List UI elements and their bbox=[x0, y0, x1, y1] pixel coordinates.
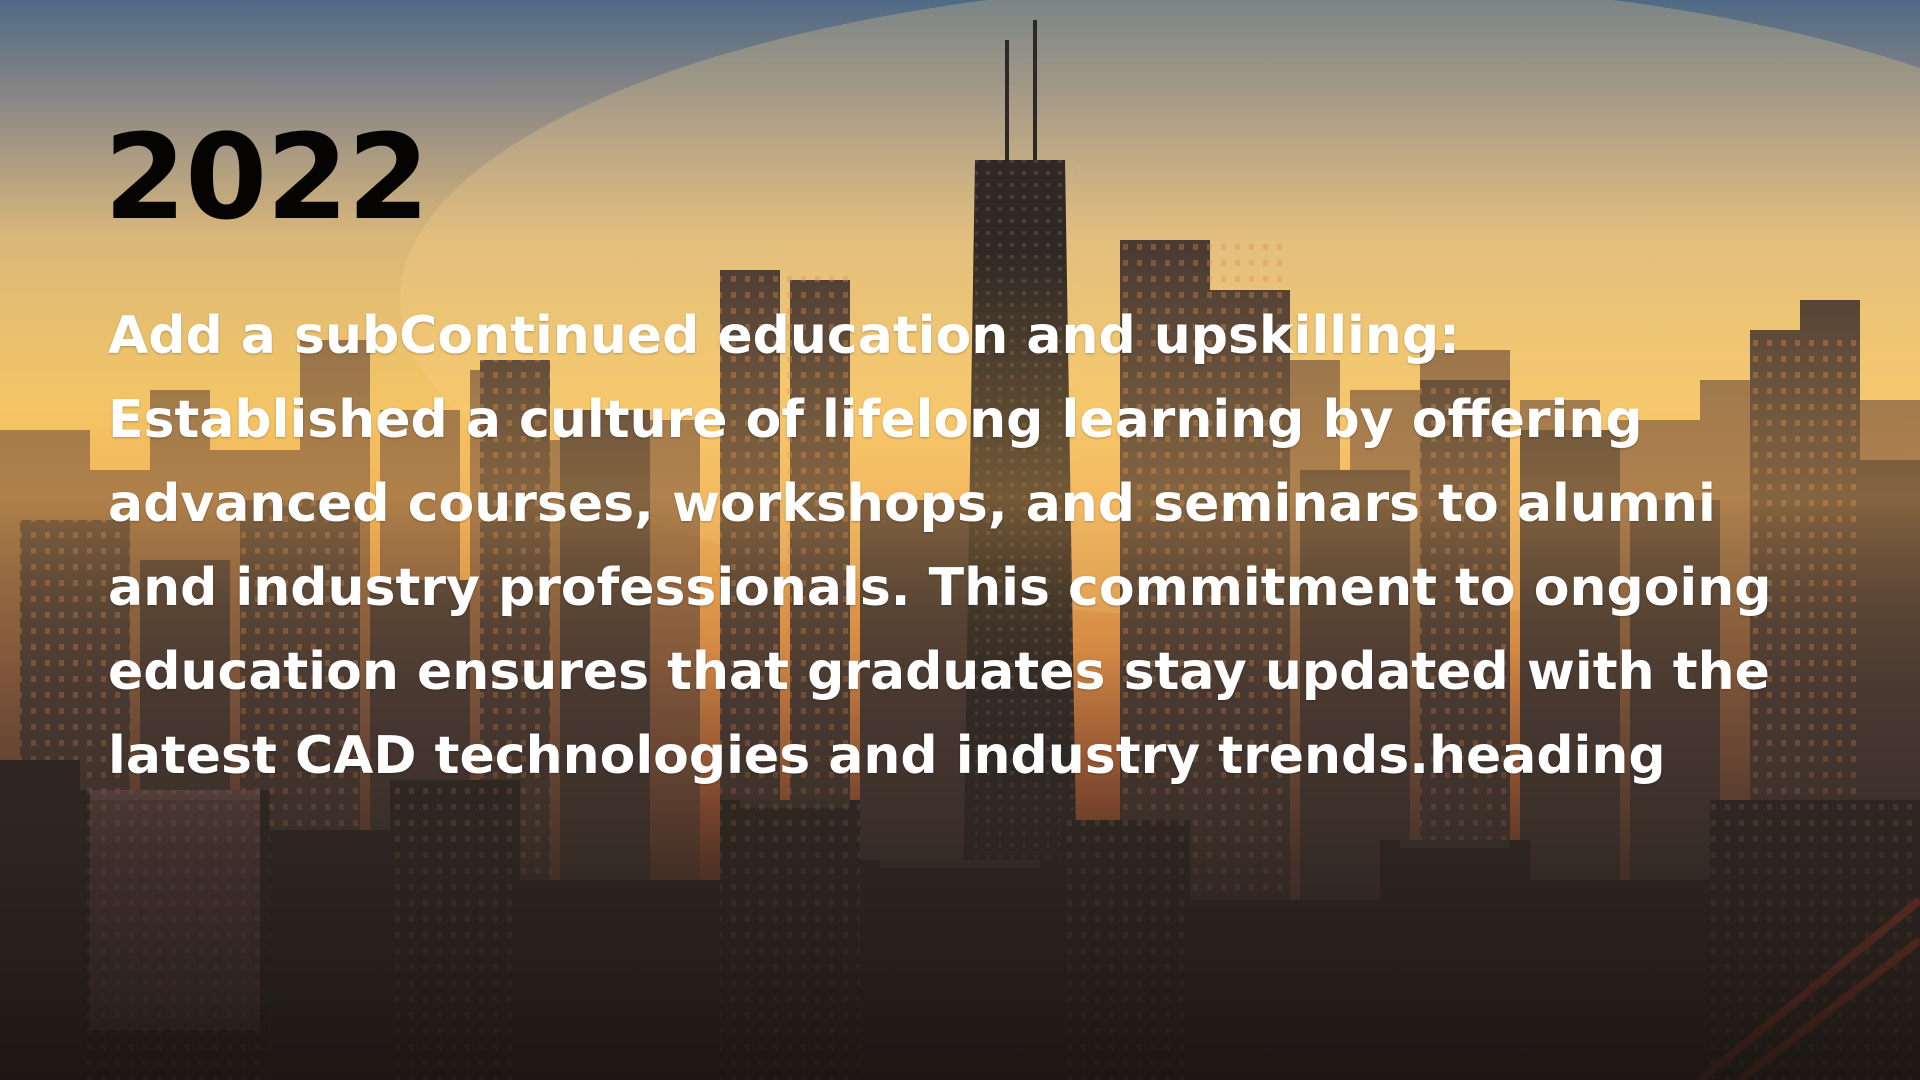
body-line: latest CAD technologies and industry tre… bbox=[108, 726, 1666, 786]
body-line: education ensures that graduates stay up… bbox=[108, 642, 1770, 702]
slide: 2022 Add a subContinued education and up… bbox=[0, 0, 1920, 1080]
body-line: Established a culture of lifelong learni… bbox=[108, 390, 1643, 450]
body-paragraph: Add a subContinued education and upskill… bbox=[108, 294, 1808, 798]
body-line: and industry professionals. This commitm… bbox=[108, 558, 1772, 618]
body-line: Add a subContinued education and upskill… bbox=[108, 306, 1460, 366]
body-line: advanced courses, workshops, and seminar… bbox=[108, 474, 1716, 534]
year-heading: 2022 bbox=[104, 108, 429, 246]
